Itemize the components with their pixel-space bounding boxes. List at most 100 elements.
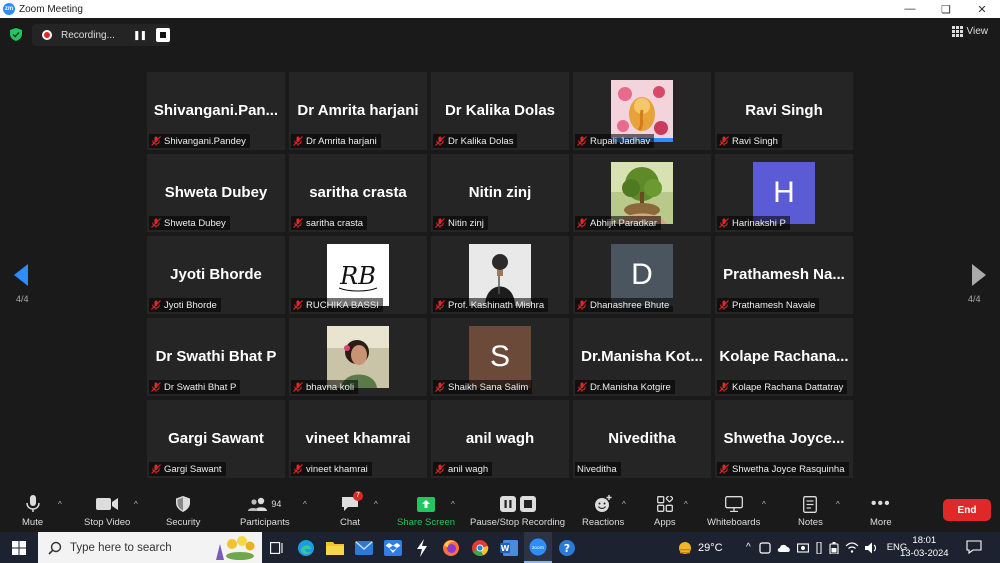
- pause-recording-icon[interactable]: ❚❚: [133, 30, 147, 41]
- participant-tile[interactable]: Abhijit Paradkar: [573, 154, 711, 232]
- participant-display-name: Dr Kalika Dolas: [444, 102, 556, 119]
- share-options-chevron-icon[interactable]: ^: [451, 500, 455, 509]
- participant-tile[interactable]: Gargi Sawant Gargi Sawant: [147, 400, 285, 478]
- participant-name: vineet khamrai: [306, 463, 368, 475]
- participant-tile[interactable]: Prof. Kashinath Mishra: [431, 236, 569, 314]
- notes-options-chevron-icon[interactable]: ^: [836, 500, 840, 509]
- reactions-options-chevron-icon[interactable]: ^: [622, 500, 626, 509]
- participant-tile[interactable]: Kolape Rachana... Kolape Rachana Dattatra…: [715, 318, 853, 396]
- participant-tile[interactable]: saritha crasta saritha crasta: [289, 154, 427, 232]
- page-indicator-right: 4/4: [968, 294, 981, 304]
- participant-tile[interactable]: Nitin zinj Nitin zinj: [431, 154, 569, 232]
- apps-button[interactable]: Apps: [654, 494, 676, 528]
- participant-tile[interactable]: S Shaikh Sana Salim: [431, 318, 569, 396]
- participant-name: Dr.Manisha Kotgire: [590, 381, 671, 393]
- weather-temperature[interactable]: 29°C: [698, 542, 738, 554]
- participant-name: Dr Amrita harjani: [306, 135, 377, 147]
- participant-tile[interactable]: Shivangani.Pan... Shivangani.Pandey: [147, 72, 285, 150]
- participant-tile[interactable]: Shweta Dubey Shweta Dubey: [147, 154, 285, 232]
- minimize-icon[interactable]: —: [892, 0, 928, 18]
- camera-tray-icon[interactable]: [796, 542, 809, 553]
- pen-tray-icon[interactable]: [815, 541, 823, 554]
- tree-avatar-icon: [611, 162, 673, 224]
- mail-icon[interactable]: [350, 532, 378, 563]
- participant-tile[interactable]: Shwetha Joyce... Shwetha Joyce Rasquinha: [715, 400, 853, 478]
- whiteboard-icon: [724, 496, 743, 512]
- reactions-button[interactable]: Reactions: [582, 494, 624, 528]
- participant-tile[interactable]: H Harinakshi P: [715, 154, 853, 232]
- pause-stop-recording-label: Pause/Stop Recording: [470, 517, 566, 528]
- participant-tile[interactable]: bhavna koli: [289, 318, 427, 396]
- participant-tile[interactable]: Dr Amrita harjani Dr Amrita harjani: [289, 72, 427, 150]
- bolt-app-icon[interactable]: [408, 532, 436, 563]
- notification-center-icon[interactable]: [966, 540, 982, 554]
- mute-button[interactable]: Mute: [22, 494, 43, 528]
- muted-mic-icon: [293, 218, 303, 228]
- whiteboards-options-chevron-icon[interactable]: ^: [762, 500, 766, 509]
- previous-page-arrow-icon[interactable]: [14, 264, 28, 286]
- end-meeting-button[interactable]: End: [943, 499, 991, 521]
- participant-name: Dhanashree Bhute: [590, 299, 670, 311]
- chrome-icon[interactable]: [466, 532, 494, 563]
- onedrive-cloud-icon[interactable]: [777, 543, 791, 553]
- word-icon[interactable]: W: [495, 532, 523, 563]
- participant-tile[interactable]: Dr Swathi Bhat P Dr Swathi Bhat P: [147, 318, 285, 396]
- participant-tile[interactable]: Dr.Manisha Kot... Dr.Manisha Kotgire: [573, 318, 711, 396]
- taskbar-clock[interactable]: 18:01 13-03-2024: [900, 534, 949, 560]
- participant-display-name: Jyoti Bhorde: [170, 266, 262, 283]
- microphone-icon: [25, 495, 40, 512]
- stop-recording-icon[interactable]: [156, 28, 170, 42]
- more-button[interactable]: ••• More: [870, 494, 892, 528]
- next-page-arrow-icon[interactable]: [972, 264, 986, 286]
- pause-stop-recording-button[interactable]: Pause/Stop Recording: [470, 494, 565, 528]
- tray-app-icon[interactable]: [759, 541, 771, 554]
- close-icon[interactable]: ✕: [964, 0, 1000, 18]
- participant-display-name: anil wagh: [465, 430, 535, 447]
- taskbar-search-box[interactable]: Type here to search: [38, 532, 262, 563]
- windows-start-button[interactable]: [0, 532, 38, 563]
- participants-options-chevron-icon[interactable]: ^: [303, 500, 307, 509]
- chat-options-chevron-icon[interactable]: ^: [374, 500, 378, 509]
- participant-tile[interactable]: anil wagh anil wagh: [431, 400, 569, 478]
- participant-gallery: Shivangani.Pan... Shivangani.Pandey Dr Amr…: [147, 72, 854, 478]
- firefox-icon[interactable]: [437, 532, 465, 563]
- participant-tile[interactable]: Prathamesh Na... Prathamesh Navale: [715, 236, 853, 314]
- participant-tile[interactable]: Niveditha Niveditha: [573, 400, 711, 478]
- participant-tile[interactable]: vineet khamrai vineet khamrai: [289, 400, 427, 478]
- participant-tile[interactable]: Rupali Jadhav: [573, 72, 711, 150]
- participant-tile[interactable]: Ravi Singh Ravi Singh: [715, 72, 853, 150]
- participant-name: saritha crasta: [306, 217, 364, 229]
- stop-video-button[interactable]: Stop Video: [84, 494, 130, 528]
- participant-tile[interactable]: Jyoti Bhorde Jyoti Bhorde: [147, 236, 285, 314]
- participant-tile[interactable]: Dr Kalika Dolas Dr Kalika Dolas: [431, 72, 569, 150]
- dropbox-icon[interactable]: [379, 532, 407, 563]
- help-icon[interactable]: ?: [553, 532, 581, 563]
- video-options-chevron-icon[interactable]: ^: [134, 500, 138, 509]
- participant-tile[interactable]: RB RUCHIKA BASSI: [289, 236, 427, 314]
- encryption-shield-icon[interactable]: [10, 28, 22, 41]
- edge-browser-icon[interactable]: [292, 532, 320, 563]
- participant-tile[interactable]: D Dhanashree Bhute: [573, 236, 711, 314]
- muted-mic-icon: [151, 382, 161, 392]
- volume-icon[interactable]: [864, 542, 879, 554]
- windows-taskbar: Type here to search W zoom ? 29°C ^ ENG …: [0, 532, 1000, 563]
- task-view-icon[interactable]: [263, 532, 291, 563]
- participant-name-label: Abhijit Paradkar: [575, 216, 662, 230]
- chat-button[interactable]: 7 Chat: [340, 491, 363, 528]
- mute-options-chevron-icon[interactable]: ^: [58, 500, 62, 509]
- notes-button[interactable]: Notes: [798, 494, 823, 528]
- participants-button[interactable]: 94 Participants: [240, 494, 290, 528]
- security-button[interactable]: Security: [166, 494, 200, 528]
- file-explorer-icon[interactable]: [321, 532, 349, 563]
- muted-mic-icon: [435, 382, 445, 392]
- apps-options-chevron-icon[interactable]: ^: [684, 500, 688, 509]
- zoom-taskbar-icon[interactable]: zoom: [524, 532, 552, 563]
- view-button[interactable]: View: [951, 26, 988, 37]
- whiteboards-button[interactable]: Whiteboards: [707, 494, 760, 528]
- battery-icon[interactable]: [829, 541, 839, 554]
- share-screen-button[interactable]: Share Screen: [397, 494, 455, 528]
- tray-overflow-chevron-icon[interactable]: ^: [746, 542, 751, 553]
- system-tray: 29°C ^ ENG: [676, 532, 907, 563]
- restore-icon[interactable]: ❏: [928, 0, 964, 18]
- wifi-icon[interactable]: [845, 542, 859, 553]
